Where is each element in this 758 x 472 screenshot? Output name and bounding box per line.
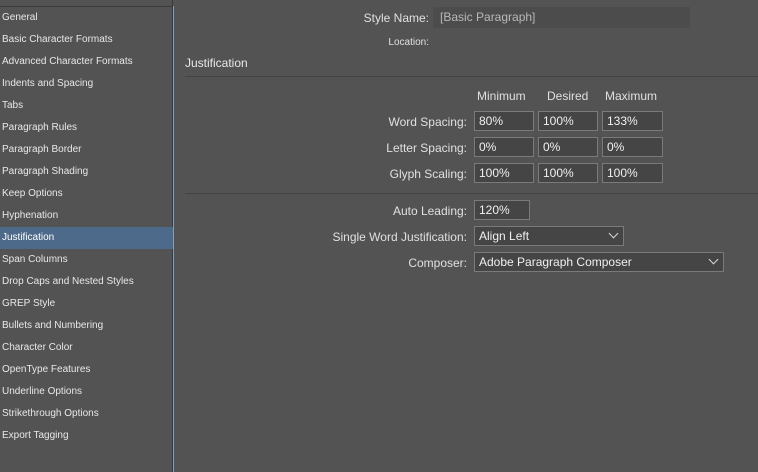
glyph-scaling-label: Glyph Scaling:: [389, 167, 467, 181]
sidebar-item-underline-options[interactable]: Underline Options: [0, 381, 173, 403]
sidebar-item-basic-character-formats[interactable]: Basic Character Formats: [0, 29, 173, 51]
sidebar-item-hyphenation[interactable]: Hyphenation: [0, 205, 173, 227]
word-spacing-label: Word Spacing:: [388, 115, 468, 129]
chevron-down-icon: [608, 228, 619, 239]
auto-leading-field[interactable]: 120%: [474, 200, 530, 220]
column-header-desired: Desired: [547, 89, 589, 103]
single-word-justification-dropdown[interactable]: Align Left: [474, 226, 624, 246]
sidebar-item-export-tagging[interactable]: Export Tagging: [0, 425, 173, 447]
glyph-scaling-desired-field[interactable]: 100%: [538, 163, 598, 183]
glyph-scaling-minimum-field[interactable]: 100%: [474, 163, 534, 183]
section-divider: [185, 76, 758, 77]
location-label: Location:: [388, 37, 429, 48]
column-header-minimum: Minimum: [477, 89, 526, 103]
column-header-maximum: Maximum: [605, 89, 658, 103]
sidebar-item-tabs[interactable]: Tabs: [0, 95, 173, 117]
sidebar-item-justification[interactable]: Justification: [0, 227, 173, 249]
single-word-justification-value: Align Left: [479, 229, 530, 243]
sidebar-item-bullets-and-numbering[interactable]: Bullets and Numbering: [0, 315, 173, 337]
composer-value: Adobe Paragraph Composer: [479, 255, 632, 269]
sidebar-item-character-color[interactable]: Character Color: [0, 337, 173, 359]
sidebar-item-grep-style[interactable]: GREP Style: [0, 293, 173, 315]
letter-spacing-label: Letter Spacing:: [386, 141, 467, 155]
word-spacing-minimum-field[interactable]: 80%: [474, 111, 534, 131]
chevron-down-icon: [708, 254, 719, 265]
sidebar-focus-border: [173, 6, 174, 472]
word-spacing-maximum-field[interactable]: 133%: [602, 111, 663, 131]
sidebar-item-indents-and-spacing[interactable]: Indents and Spacing: [0, 73, 173, 95]
sidebar-item-paragraph-shading[interactable]: Paragraph Shading: [0, 161, 173, 183]
sidebar-item-strikethrough-options[interactable]: Strikethrough Options: [0, 403, 173, 425]
section-title: Justification: [185, 56, 248, 70]
sidebar-item-opentype-features[interactable]: OpenType Features: [0, 359, 173, 381]
letter-spacing-maximum-field[interactable]: 0%: [602, 137, 663, 157]
sidebar-item-drop-caps-and-nested-styles[interactable]: Drop Caps and Nested Styles: [0, 271, 173, 293]
single-word-justification-label: Single Word Justification:: [332, 230, 467, 244]
sidebar-item-general[interactable]: General: [0, 7, 173, 29]
sidebar-item-advanced-character-formats[interactable]: Advanced Character Formats: [0, 51, 173, 73]
sidebar: General Basic Character Formats Advanced…: [0, 0, 173, 472]
sidebar-item-span-columns[interactable]: Span Columns: [0, 249, 173, 271]
glyph-scaling-maximum-field[interactable]: 100%: [602, 163, 663, 183]
sidebar-item-paragraph-rules[interactable]: Paragraph Rules: [0, 117, 173, 139]
style-name-label: Style Name:: [363, 11, 429, 25]
options-divider: [185, 193, 758, 194]
sidebar-item-paragraph-border[interactable]: Paragraph Border: [0, 139, 173, 161]
composer-label: Composer:: [408, 256, 467, 270]
word-spacing-desired-field[interactable]: 100%: [538, 111, 598, 131]
composer-dropdown[interactable]: Adobe Paragraph Composer: [474, 252, 724, 272]
letter-spacing-desired-field[interactable]: 0%: [538, 137, 598, 157]
style-name-field[interactable]: [Basic Paragraph]: [433, 7, 690, 28]
letter-spacing-minimum-field[interactable]: 0%: [474, 137, 534, 157]
sidebar-item-keep-options[interactable]: Keep Options: [0, 183, 173, 205]
auto-leading-label: Auto Leading:: [392, 204, 467, 218]
